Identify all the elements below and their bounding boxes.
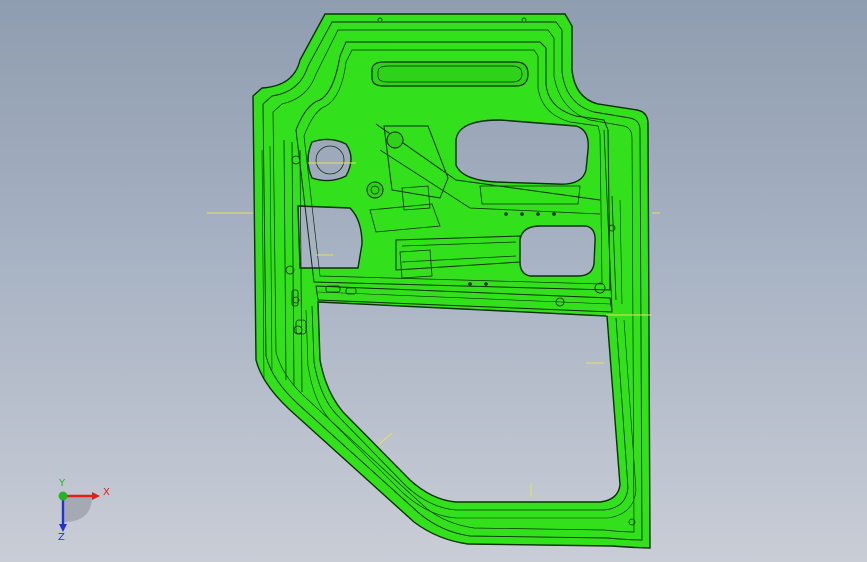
x-axis-label: X [103, 487, 110, 498]
triad-shadow [64, 496, 92, 522]
speaker-hole [386, 131, 404, 149]
z-axis-label: Z [58, 532, 65, 543]
door-panel-body[interactable] [252, 13, 651, 549]
top-handle-slot [371, 61, 529, 87]
y-axis-dot [58, 491, 68, 501]
graphics-viewport[interactable] [0, 0, 867, 562]
y-axis-label: Y [59, 478, 66, 489]
orientation-triad[interactable]: X Y Z [44, 478, 120, 548]
door-inner-panel-model[interactable] [252, 13, 651, 549]
